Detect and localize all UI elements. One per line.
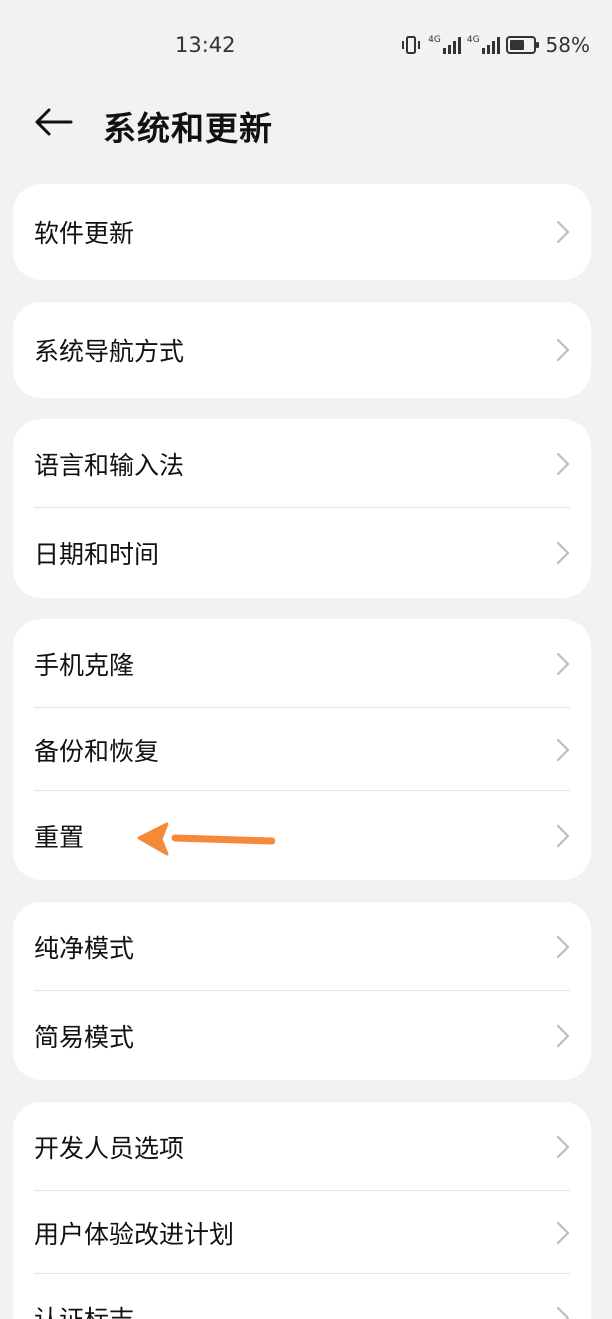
- page-header: 系统和更新: [0, 90, 612, 160]
- settings-item-label: 用户体验改进计划: [34, 1219, 235, 1249]
- settings-item-language-input[interactable]: 语言和输入法: [13, 419, 591, 508]
- settings-group-software: 软件更新: [13, 184, 591, 280]
- settings-group-modes: 纯净模式 简易模式: [13, 902, 591, 1080]
- chevron-right-icon: [556, 935, 570, 958]
- settings-item-label: 手机克隆: [34, 650, 135, 680]
- settings-item-system-navigation[interactable]: 系统导航方式: [13, 302, 591, 398]
- settings-item-developer-options[interactable]: 开发人员选项: [13, 1102, 591, 1191]
- chevron-right-icon: [556, 541, 570, 565]
- chevron-right-icon: [556, 1135, 570, 1158]
- network-type-label: 4G: [466, 35, 480, 45]
- settings-item-label: 备份和恢复: [34, 736, 160, 766]
- settings-item-label: 认证标志: [34, 1300, 134, 1319]
- chevron-right-icon: [556, 338, 570, 362]
- chevron-right-icon: [556, 738, 570, 761]
- status-time: 13:42: [175, 33, 236, 57]
- settings-group-backup-reset: 手机克隆 备份和恢复 重置: [13, 619, 591, 880]
- settings-item-ux-improvement[interactable]: 用户体验改进计划: [13, 1191, 591, 1274]
- settings-group-developer: 开发人员选项 用户体验改进计划 认证标志: [13, 1102, 591, 1319]
- signal-icon: 4G: [428, 36, 461, 54]
- settings-item-date-time[interactable]: 日期和时间: [13, 508, 591, 598]
- settings-group-language-date: 语言和输入法 日期和时间: [13, 419, 591, 598]
- settings-item-certification[interactable]: 认证标志: [13, 1274, 591, 1319]
- network-type-label: 4G: [428, 35, 441, 45]
- back-button[interactable]: [30, 104, 76, 144]
- settings-item-reset[interactable]: 重置: [13, 791, 591, 880]
- chevron-right-icon: [556, 824, 570, 847]
- chevron-right-icon: [556, 1221, 570, 1244]
- settings-item-label: 重置: [34, 822, 85, 852]
- vibrate-icon: [400, 35, 422, 55]
- settings-item-backup-restore[interactable]: 备份和恢复: [13, 708, 591, 791]
- chevron-right-icon: [556, 1024, 570, 1047]
- chevron-right-icon: [556, 220, 570, 244]
- signal-icon: 4G: [467, 36, 500, 54]
- settings-item-label: 开发人员选项: [34, 1133, 185, 1163]
- settings-item-pure-mode[interactable]: 纯净模式: [13, 902, 591, 991]
- battery-icon: [505, 36, 540, 54]
- settings-group-navigation: 系统导航方式: [13, 302, 591, 398]
- settings-item-label: 简易模式: [34, 1022, 135, 1052]
- settings-item-label: 语言和输入法: [34, 450, 185, 480]
- settings-item-label: 系统导航方式: [34, 337, 185, 366]
- status-bar: 13:42 4G 4G 58%: [0, 0, 612, 90]
- battery-percent: 58%: [545, 33, 590, 57]
- settings-item-simple-mode[interactable]: 简易模式: [13, 991, 591, 1080]
- page-title: 系统和更新: [103, 109, 273, 148]
- settings-item-label: 软件更新: [34, 219, 135, 248]
- settings-item-phone-clone[interactable]: 手机克隆: [13, 619, 591, 708]
- settings-item-label: 纯净模式: [34, 933, 135, 963]
- annotation-arrow-icon: [137, 822, 275, 856]
- settings-item-software-update[interactable]: 软件更新: [13, 184, 591, 280]
- chevron-right-icon: [556, 452, 570, 475]
- chevron-right-icon: [556, 652, 570, 675]
- chevron-right-icon: [556, 1306, 570, 1319]
- status-icons: 4G 4G 58%: [400, 33, 590, 57]
- arrow-left-icon: [33, 107, 73, 141]
- settings-item-label: 日期和时间: [34, 540, 160, 569]
